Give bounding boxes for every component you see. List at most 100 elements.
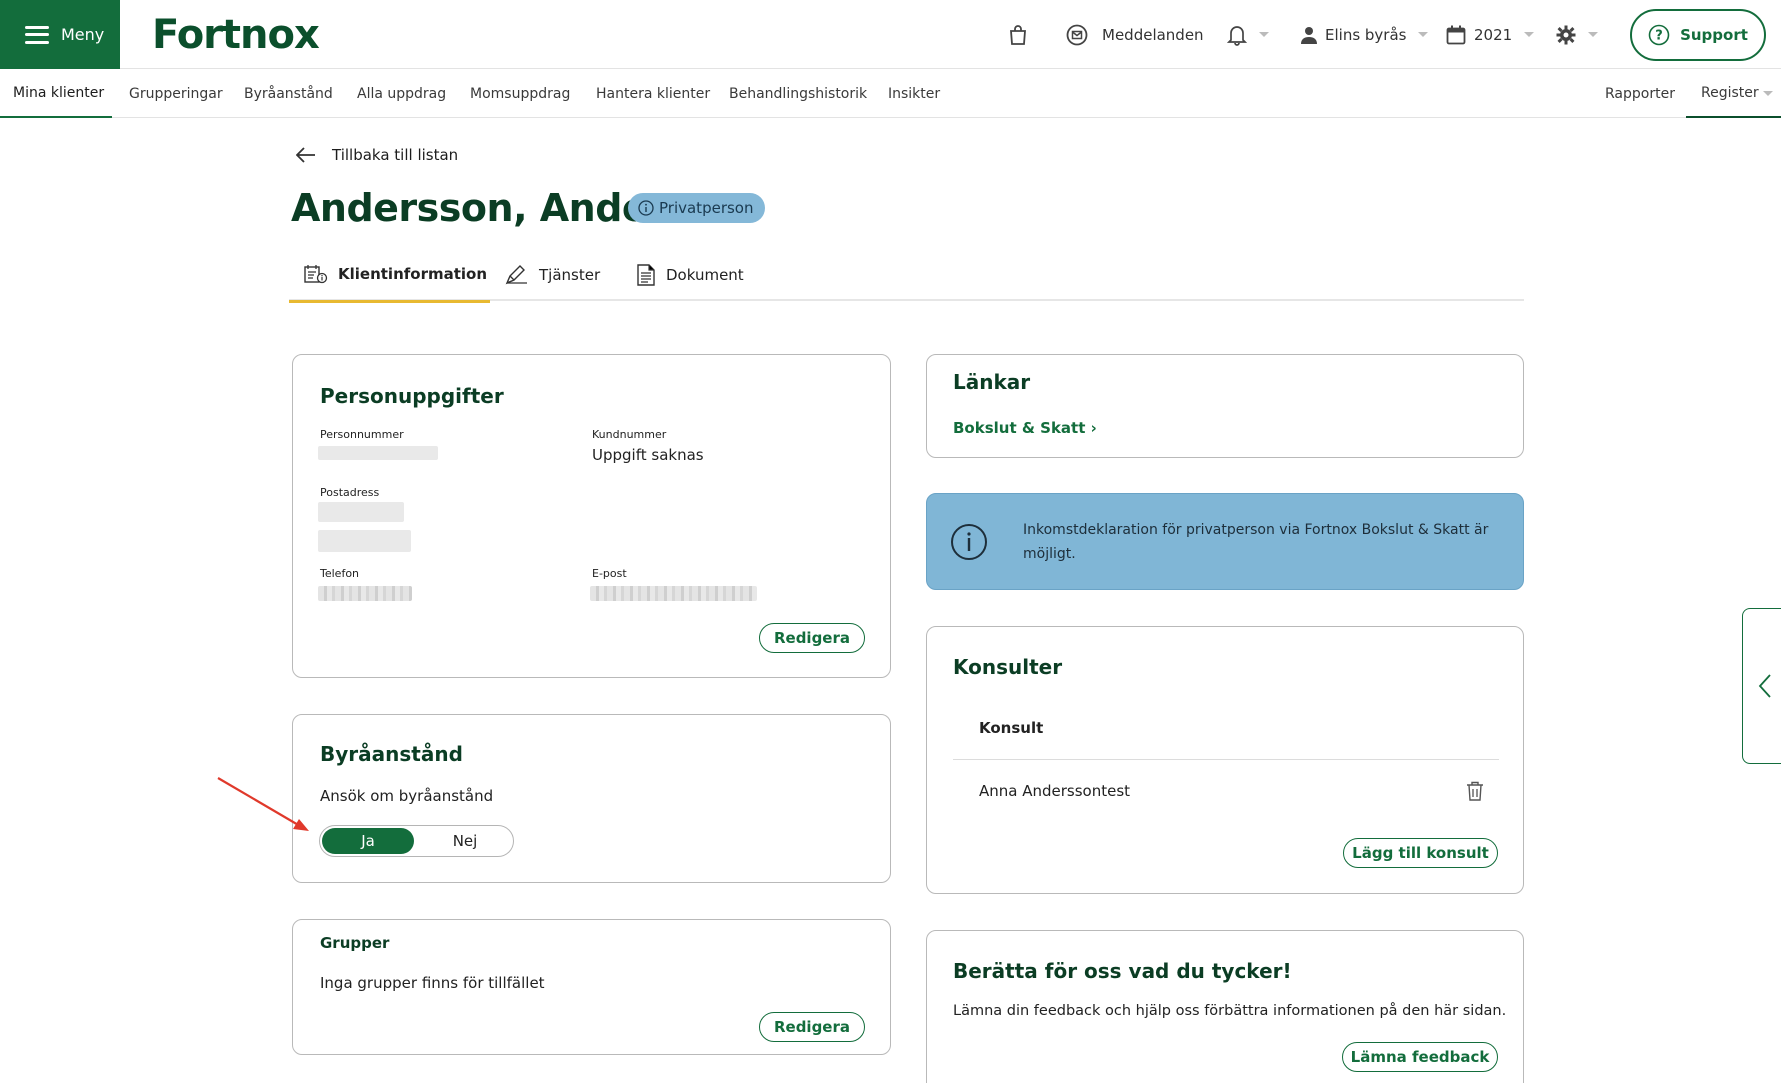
hamburger-icon (25, 25, 49, 44)
bokslut-skatt-link[interactable]: Bokslut & Skatt › (953, 419, 1097, 437)
notifications-button[interactable] (1227, 0, 1269, 69)
subnav-item-register[interactable]: Register (1686, 70, 1781, 118)
feedback-text: Lämna din feedback och hjälp oss förbätt… (953, 1003, 1507, 1019)
cart-button[interactable] (1008, 0, 1028, 69)
client-tabs: Klientinformation Tjänster Dokument (289, 248, 1524, 303)
byraanstand-card: Byråanstånd Ansök om byråanstånd (292, 714, 891, 883)
byraanstand-title: Byråanstånd (320, 742, 463, 766)
year-dropdown[interactable]: 2021 (1446, 0, 1535, 69)
register-label: Register (1701, 85, 1759, 101)
subnav-item-momsuppdrag[interactable]: Momsuppdrag (470, 70, 570, 118)
chevron-down-icon (1418, 32, 1429, 37)
personuppgifter-title: Personuppgifter (320, 384, 504, 408)
lankar-card: Länkar Bokslut & Skatt › (926, 354, 1524, 458)
back-label: Tillbaka till listan (332, 146, 459, 164)
subnav-item-hantera-klienter[interactable]: Hantera klienter (596, 70, 710, 118)
tab-klientinformation-label: Klientinformation (338, 265, 488, 283)
subnav-item-insikter[interactable]: Insikter (888, 70, 940, 118)
postadress-label: Postadress (320, 486, 380, 499)
feedback-title: Berätta för oss vad du tycker! (953, 959, 1292, 983)
grupper-card: Grupper Inga grupper finns för tillfälle… (292, 919, 891, 1055)
subnav-item-rapporter[interactable]: Rapporter (1605, 70, 1675, 118)
menu-label: Meny (61, 25, 105, 44)
telefon-value-redacted (318, 586, 412, 601)
bureau-label: Elins byrås (1325, 25, 1407, 44)
calendar-icon (1446, 25, 1466, 44)
konsulter-title: Konsulter (953, 655, 1063, 679)
leave-feedback-button[interactable]: Lämna feedback (1342, 1042, 1498, 1072)
settings-dropdown[interactable] (1556, 0, 1598, 69)
kundnummer-value: Uppgift saknas (592, 446, 704, 464)
document-icon (637, 263, 655, 286)
edit-personuppgifter-button[interactable]: Redigera (759, 623, 865, 653)
trash-icon[interactable] (1466, 781, 1484, 801)
support-button[interactable]: ? Support (1630, 9, 1766, 61)
info-icon (638, 200, 654, 216)
svg-text:?: ? (1655, 29, 1663, 44)
chevron-down-icon (1588, 32, 1598, 37)
messages-label: Meddelanden (1102, 25, 1204, 44)
byraanstand-question: Ansök om byråanstånd (320, 787, 494, 805)
table-row: Anna Anderssontest (953, 760, 1499, 824)
bureau-dropdown[interactable]: Elins byrås (1301, 0, 1429, 69)
kundnummer-label: Kundnummer (592, 428, 667, 441)
sub-navigation: Mina klienter Grupperingar Byråanstånd A… (0, 70, 1781, 118)
side-panel-toggle[interactable] (1742, 608, 1781, 764)
postadress-line2-redacted (318, 530, 411, 552)
personuppgifter-card: Personuppgifter Personnummer Kundnummer … (292, 354, 891, 678)
epost-value-redacted (590, 586, 757, 601)
tab-tjanster[interactable]: Tjänster (505, 248, 600, 301)
feedback-card: Berätta för oss vad du tycker! Lämna din… (926, 930, 1524, 1083)
messages-button[interactable]: Meddelanden (1066, 0, 1204, 69)
bell-icon (1227, 25, 1247, 46)
konsulter-card: Konsulter Konsult Anna Anderssontest Läg… (926, 626, 1524, 894)
grupper-title: Grupper (320, 934, 390, 952)
tab-dokument[interactable]: Dokument (636, 248, 744, 301)
subnav-item-behandlingshistorik[interactable]: Behandlingshistorik (729, 70, 867, 118)
subnav-item-alla-uppdrag[interactable]: Alla uppdrag (357, 70, 446, 118)
support-label: Support (1680, 26, 1748, 44)
toggle-option-nej[interactable]: Nej (420, 828, 510, 854)
personnummer-value-redacted (318, 446, 438, 460)
pen-icon (505, 264, 527, 284)
add-consultant-button[interactable]: Lägg till konsult (1343, 838, 1498, 868)
info-banner: Inkomstdeklaration för privatperson via … (926, 493, 1524, 590)
message-icon (1066, 24, 1088, 45)
gear-icon (1556, 25, 1576, 44)
epost-label: E-post (592, 567, 627, 580)
tab-tjanster-label: Tjänster (539, 265, 601, 284)
tab-klientinformation[interactable]: Klientinformation (289, 248, 490, 303)
top-header: Meny Fortnox Meddelanden Elins byrås 202… (0, 0, 1781, 69)
byraanstand-toggle[interactable]: Ja Nej (319, 825, 514, 857)
fortnox-logo[interactable]: Fortnox (152, 12, 320, 58)
info-banner-text: Inkomstdeklaration för privatperson via … (1023, 522, 1489, 562)
user-icon (1301, 26, 1317, 44)
subnav-item-mina-klienter[interactable]: Mina klienter (0, 70, 112, 118)
subnav-item-byraanstand[interactable]: Byråanstånd (244, 70, 333, 118)
telefon-label: Telefon (320, 567, 360, 580)
chevron-down-icon (1762, 90, 1773, 96)
personnummer-label: Personnummer (320, 428, 404, 441)
chevron-down-icon (1524, 32, 1535, 37)
arrow-left-icon (296, 147, 315, 163)
postadress-line1-redacted (318, 502, 404, 522)
menu-button[interactable]: Meny (0, 0, 120, 69)
edit-grupper-button[interactable]: Redigera (759, 1012, 865, 1042)
client-type-badge: Privatperson (628, 193, 766, 223)
badge-label: Privatperson (659, 199, 754, 217)
konsult-name: Anna Anderssontest (979, 782, 1131, 800)
cart-icon (1010, 24, 1026, 45)
client-info-icon (304, 265, 328, 284)
konsult-column-header: Konsult (979, 719, 1044, 737)
info-icon (951, 524, 987, 560)
back-to-list-link[interactable]: Tillbaka till listan (296, 146, 458, 164)
tab-dokument-label: Dokument (666, 265, 744, 284)
toggle-option-ja[interactable]: Ja (322, 828, 414, 854)
chevron-left-icon (1758, 674, 1771, 698)
year-label: 2021 (1474, 25, 1513, 44)
help-icon: ? (1648, 24, 1670, 46)
grupper-empty-text: Inga grupper finns för tillfället (320, 974, 545, 992)
subnav-item-grupperingar[interactable]: Grupperingar (129, 70, 223, 118)
lankar-title: Länkar (953, 370, 1031, 394)
chevron-down-icon (1259, 32, 1269, 37)
